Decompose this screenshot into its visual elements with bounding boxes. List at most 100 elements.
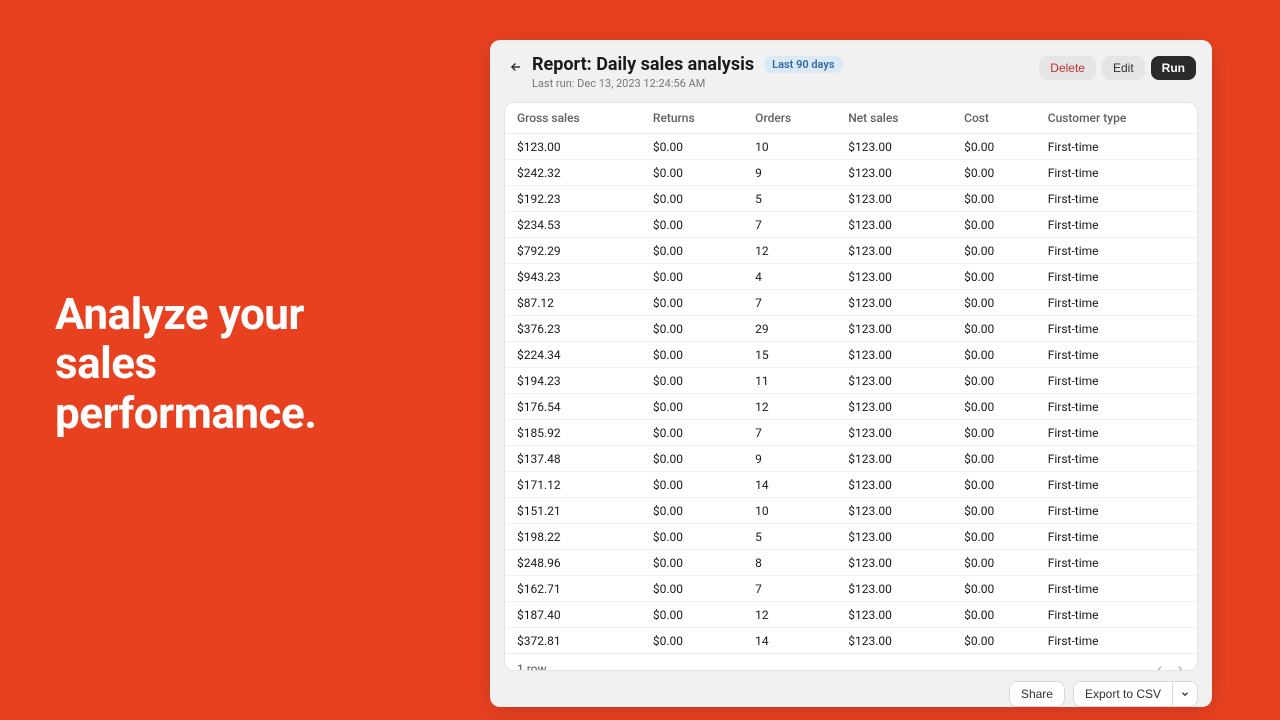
table-cell: $194.23 <box>505 368 641 394</box>
share-button[interactable]: Share <box>1009 681 1065 707</box>
table-cell: $123.00 <box>836 472 952 498</box>
arrow-left-icon <box>509 60 523 74</box>
table-row[interactable]: $123.00$0.0010$123.00$0.00First-time <box>505 134 1197 160</box>
table-row[interactable]: $248.96$0.008$123.00$0.00First-time <box>505 550 1197 576</box>
table-cell: $0.00 <box>952 342 1036 368</box>
table-cell: 12 <box>743 602 836 628</box>
table-cell: First-time <box>1036 602 1197 628</box>
col-gross-sales[interactable]: Gross sales <box>505 103 641 134</box>
table-cell: $123.00 <box>836 264 952 290</box>
table-row[interactable]: $137.48$0.009$123.00$0.00First-time <box>505 446 1197 472</box>
hero-line: Analyze your <box>55 290 317 339</box>
title-wrap: Report: Daily sales analysis Last 90 day… <box>532 54 1039 90</box>
table-row[interactable]: $224.34$0.0015$123.00$0.00First-time <box>505 342 1197 368</box>
export-csv-button[interactable]: Export to CSV <box>1073 681 1172 707</box>
table-cell: $123.00 <box>836 290 952 316</box>
table-row[interactable]: $171.12$0.0014$123.00$0.00First-time <box>505 472 1197 498</box>
table-cell: $185.92 <box>505 420 641 446</box>
table-cell: 11 <box>743 368 836 394</box>
table-cell: $0.00 <box>952 290 1036 316</box>
table-row[interactable]: $376.23$0.0029$123.00$0.00First-time <box>505 316 1197 342</box>
table-cell: $0.00 <box>641 498 743 524</box>
col-orders[interactable]: Orders <box>743 103 836 134</box>
table-cell: First-time <box>1036 524 1197 550</box>
table-row[interactable]: $162.71$0.007$123.00$0.00First-time <box>505 576 1197 602</box>
table-cell: $123.00 <box>836 368 952 394</box>
table-cell: First-time <box>1036 498 1197 524</box>
table-cell: First-time <box>1036 238 1197 264</box>
table-row[interactable]: $242.32$0.009$123.00$0.00First-time <box>505 160 1197 186</box>
hero-line: performance. <box>55 389 317 438</box>
table-cell: $187.40 <box>505 602 641 628</box>
table-cell: $198.22 <box>505 524 641 550</box>
table-cell: 12 <box>743 394 836 420</box>
table-cell: $0.00 <box>952 186 1036 212</box>
run-button[interactable]: Run <box>1151 56 1196 80</box>
table-cell: $0.00 <box>641 264 743 290</box>
table-cell: $0.00 <box>641 628 743 654</box>
table-cell: $242.32 <box>505 160 641 186</box>
table-cell: 7 <box>743 420 836 446</box>
table-cell: 9 <box>743 446 836 472</box>
table-cell: 4 <box>743 264 836 290</box>
table-row[interactable]: $372.81$0.0014$123.00$0.00First-time <box>505 628 1197 654</box>
table-cell: $0.00 <box>952 264 1036 290</box>
table-row[interactable]: $176.54$0.0012$123.00$0.00First-time <box>505 394 1197 420</box>
table-cell: 14 <box>743 472 836 498</box>
table-cell: First-time <box>1036 290 1197 316</box>
table-cell: First-time <box>1036 550 1197 576</box>
table-cell: $123.00 <box>836 446 952 472</box>
table-row[interactable]: $187.40$0.0012$123.00$0.00First-time <box>505 602 1197 628</box>
col-cost[interactable]: Cost <box>952 103 1036 134</box>
table-cell: $176.54 <box>505 394 641 420</box>
back-button[interactable] <box>506 57 526 77</box>
panel-header: Report: Daily sales analysis Last 90 day… <box>490 40 1212 102</box>
sales-table: Gross sales Returns Orders Net sales Cos… <box>505 103 1197 653</box>
table-cell: $0.00 <box>952 420 1036 446</box>
next-page-button[interactable] <box>1175 664 1185 671</box>
table-cell: $0.00 <box>641 576 743 602</box>
table-cell: $0.00 <box>641 550 743 576</box>
table-cell: $0.00 <box>952 160 1036 186</box>
table-cell: $192.23 <box>505 186 641 212</box>
table-row[interactable]: $198.22$0.005$123.00$0.00First-time <box>505 524 1197 550</box>
col-customer-type[interactable]: Customer type <box>1036 103 1197 134</box>
table-cell: 5 <box>743 524 836 550</box>
table-cell: $376.23 <box>505 316 641 342</box>
table-cell: $123.00 <box>836 186 952 212</box>
table-cell: $0.00 <box>641 160 743 186</box>
table-row[interactable]: $943.23$0.004$123.00$0.00First-time <box>505 264 1197 290</box>
table-row[interactable]: $185.92$0.007$123.00$0.00First-time <box>505 420 1197 446</box>
table-cell: First-time <box>1036 472 1197 498</box>
table-cell: $162.71 <box>505 576 641 602</box>
table-row[interactable]: $151.21$0.0010$123.00$0.00First-time <box>505 498 1197 524</box>
report-panel: Report: Daily sales analysis Last 90 day… <box>490 40 1212 707</box>
table-row[interactable]: $87.12$0.007$123.00$0.00First-time <box>505 290 1197 316</box>
table-cell: $0.00 <box>952 498 1036 524</box>
table-cell: $123.00 <box>836 550 952 576</box>
table-cell: $0.00 <box>641 212 743 238</box>
table-cell: First-time <box>1036 446 1197 472</box>
table-cell: First-time <box>1036 316 1197 342</box>
table-cell: $0.00 <box>952 602 1036 628</box>
col-net-sales[interactable]: Net sales <box>836 103 952 134</box>
table-row[interactable]: $194.23$0.0011$123.00$0.00First-time <box>505 368 1197 394</box>
edit-button[interactable]: Edit <box>1102 56 1145 80</box>
col-returns[interactable]: Returns <box>641 103 743 134</box>
table-cell: First-time <box>1036 628 1197 654</box>
table-cell: $0.00 <box>952 212 1036 238</box>
table-cell: $234.53 <box>505 212 641 238</box>
table-cell: $0.00 <box>952 628 1036 654</box>
table-cell: $0.00 <box>641 394 743 420</box>
table-row[interactable]: $192.23$0.005$123.00$0.00First-time <box>505 186 1197 212</box>
table-cell: $372.81 <box>505 628 641 654</box>
table-cell: $123.00 <box>836 160 952 186</box>
delete-button[interactable]: Delete <box>1039 56 1096 80</box>
prev-page-button[interactable] <box>1155 664 1165 671</box>
export-dropdown-button[interactable] <box>1172 681 1198 707</box>
table-row[interactable]: $234.53$0.007$123.00$0.00First-time <box>505 212 1197 238</box>
date-range-badge[interactable]: Last 90 days <box>764 56 842 73</box>
table-row[interactable]: $792.29$0.0012$123.00$0.00First-time <box>505 238 1197 264</box>
table-cell: First-time <box>1036 420 1197 446</box>
table-cell: $0.00 <box>641 602 743 628</box>
